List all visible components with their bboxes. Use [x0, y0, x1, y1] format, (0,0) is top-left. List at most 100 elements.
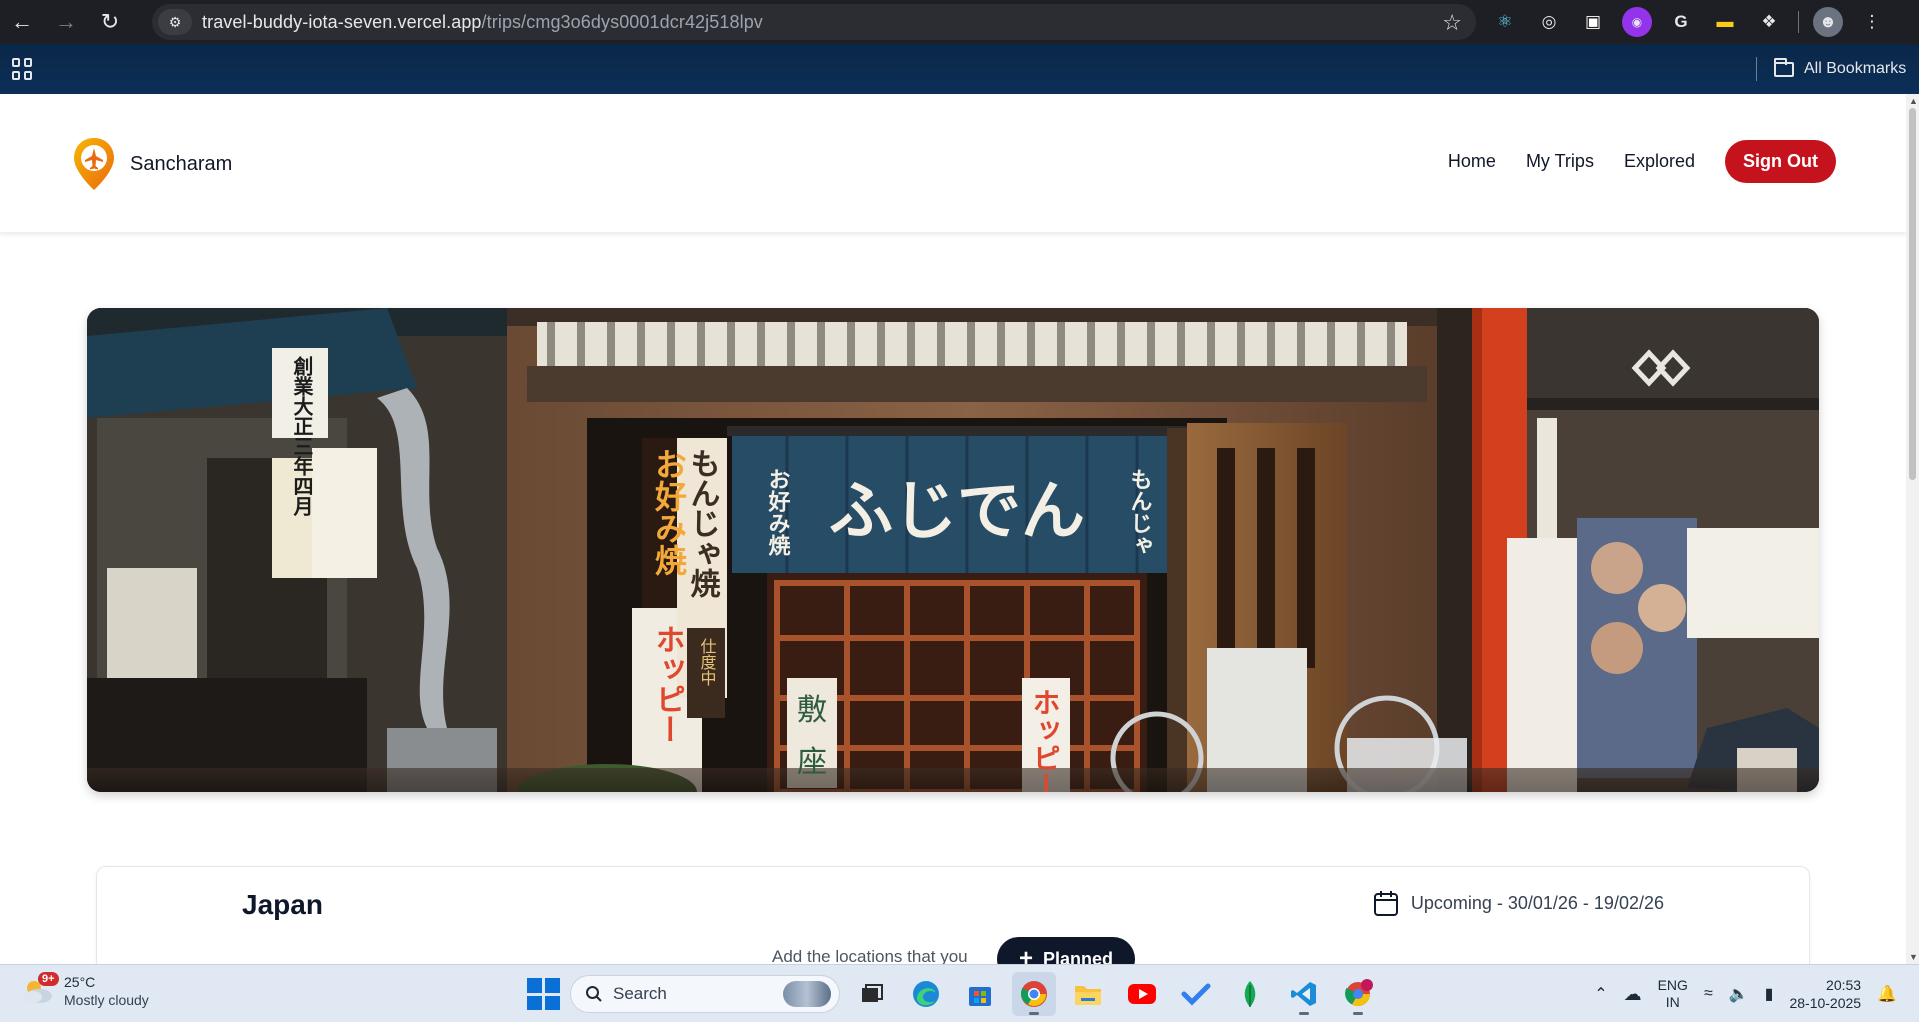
edge-browser-icon[interactable] — [904, 972, 948, 1016]
bookmarks-bar: All Bookmarks — [0, 44, 1919, 94]
vscode-icon[interactable] — [1282, 972, 1326, 1016]
taskbar-apps: Search — [526, 972, 1380, 1016]
hero-sign-tall-2: もんじゃ焼 — [685, 448, 721, 599]
url-text[interactable]: travel-buddy-iota-seven.vercel.app/trips… — [202, 12, 763, 33]
folder-icon — [1774, 57, 1794, 77]
windows-taskbar: 9+ 25°C Mostly cloudy Search ⌃ ☁ ENG IN … — [0, 964, 1919, 1022]
address-bar[interactable]: ⚙ travel-buddy-iota-seven.vercel.app/tri… — [152, 4, 1476, 40]
site-header: Sancharam Home My Trips Explored Sign Ou… — [0, 94, 1906, 233]
language-code: ENG — [1657, 977, 1688, 993]
target-extension-icon[interactable]: ◎ — [1534, 7, 1564, 37]
hero-sign-tall-1: お好み焼 — [650, 448, 688, 577]
profile-avatar[interactable]: ☻ — [1813, 7, 1843, 37]
extensions-puzzle-icon[interactable]: ❖ — [1754, 7, 1784, 37]
clock-date: 28-10-2025 — [1789, 995, 1862, 1011]
hero-sign-shikiza-2: 座 — [797, 745, 827, 780]
trip-details-card: Japan Upcoming - 30/01/26 - 19/02/26 Add… — [96, 866, 1810, 964]
onedrive-cloud-icon[interactable]: ☁ — [1624, 984, 1642, 1005]
task-view-icon[interactable] — [850, 972, 894, 1016]
vscode-active-indicator — [1299, 1012, 1309, 1015]
extensions-bar: ⚛ ◎ ▣ ◉ G ▬ ❖ ☻ ⋮ — [1490, 6, 1887, 38]
todo-check-icon[interactable] — [1174, 972, 1218, 1016]
weather-temperature: 25°C — [64, 974, 96, 990]
search-icon — [586, 986, 602, 1002]
chrome-menu-icon[interactable]: ⋮ — [1857, 7, 1887, 37]
chrome-profile-active-indicator — [1353, 1012, 1363, 1015]
all-bookmarks-button[interactable]: All Bookmarks — [1774, 54, 1906, 84]
windows-start-icon[interactable] — [526, 977, 560, 1011]
grammarly-icon[interactable]: G — [1666, 7, 1696, 37]
japanese-shopfront-illustration: ふじでん お好み焼 もんじゃ お好み焼 もんじゃ焼 ホッピー ホッピー 敷 座 … — [87, 308, 1819, 792]
hero-sign-shichu: 仕度中 — [698, 638, 717, 686]
nav-home-link[interactable]: Home — [1448, 151, 1496, 172]
url-path: /trips/cmg3o6dys0001dcr42j518lpv — [481, 11, 763, 32]
hero-sign-hoppy-door: ホッピー — [1029, 688, 1062, 792]
bookmark-star-icon[interactable]: ☆ — [1442, 10, 1462, 36]
search-highlight-image — [783, 981, 831, 1007]
browser-toolbar: ← → ↻ ⚙ travel-buddy-iota-seven.vercel.a… — [0, 0, 1919, 44]
microsoft-store-icon[interactable] — [958, 972, 1002, 1016]
clock[interactable]: 20:53 28-10-2025 — [1789, 976, 1861, 1012]
plus-icon: + — [1018, 945, 1033, 965]
all-bookmarks-label: All Bookmarks — [1804, 60, 1907, 77]
weather-widget[interactable]: 9+ 25°C Mostly cloudy — [20, 972, 149, 1009]
mongodb-compass-icon[interactable] — [1228, 972, 1272, 1016]
bookmarks-divider — [1756, 57, 1757, 81]
main-nav: Home My Trips Explored Sign Out — [1448, 140, 1836, 183]
yellow-extension-icon[interactable]: ▬ — [1710, 7, 1740, 37]
region-code: IN — [1665, 994, 1680, 1010]
chrome-profile-taskbar-icon[interactable] — [1336, 972, 1380, 1016]
cloudy-weather-icon: 9+ — [20, 972, 59, 1006]
hero-sign-banner-left: 創業大正三年四月 — [290, 355, 314, 517]
nav-explored-link[interactable]: Explored — [1624, 151, 1695, 172]
chrome-active-indicator — [1029, 1012, 1039, 1015]
hero-sign-shikiza-1: 敷 — [797, 693, 827, 728]
trip-date-range: Upcoming - 30/01/26 - 19/02/26 — [1373, 889, 1664, 917]
volume-icon[interactable]: 🔈 — [1729, 984, 1749, 1004]
forward-arrow-icon[interactable]: → — [44, 0, 88, 44]
notification-bell-icon[interactable]: 🔔 — [1877, 984, 1897, 1004]
hero-sign-right: もんじゃ — [1127, 468, 1152, 556]
web-page: Sancharam Home My Trips Explored Sign Ou… — [0, 94, 1906, 964]
brand-logo-link[interactable]: Sancharam — [70, 136, 232, 192]
apps-grid-icon[interactable] — [12, 58, 34, 80]
scroll-up-arrow-icon[interactable]: ▲ — [1909, 96, 1918, 106]
scrollbar-thumb[interactable] — [1909, 108, 1916, 480]
trip-hero-image: ふじでん お好み焼 もんじゃ お好み焼 もんじゃ焼 ホッピー ホッピー 敷 座 … — [87, 308, 1819, 792]
hero-sign-main: ふじでん — [829, 475, 1085, 549]
brand-name: Sancharam — [130, 152, 233, 175]
toolbar-divider — [1798, 11, 1799, 33]
weather-description: Mostly cloudy — [64, 992, 149, 1008]
show-hidden-icons-chevron-icon[interactable]: ⌃ — [1594, 984, 1607, 1004]
trip-title: Japan — [242, 889, 323, 920]
reload-icon[interactable]: ↻ — [88, 0, 132, 44]
youtube-icon[interactable] — [1120, 972, 1164, 1016]
battery-icon[interactable]: ▮ — [1765, 984, 1774, 1004]
url-host: travel-buddy-iota-seven.vercel.app — [202, 11, 482, 32]
calendar-icon — [1373, 891, 1398, 916]
window-extension-icon[interactable]: ▣ — [1578, 7, 1608, 37]
location-pin-logo-icon — [74, 138, 114, 190]
react-devtools-icon[interactable]: ⚛ — [1490, 7, 1520, 37]
taskbar-search-box[interactable]: Search — [570, 975, 840, 1013]
scroll-down-arrow-icon[interactable]: ▼ — [1909, 952, 1918, 962]
hero-sign-left: お好み焼 — [765, 468, 792, 557]
search-placeholder: Search — [613, 984, 667, 1003]
hero-sign-hoppy: ホッピー — [650, 624, 685, 744]
language-indicator[interactable]: ENG IN — [1658, 977, 1688, 1011]
purple-extension-icon[interactable]: ◉ — [1622, 7, 1652, 37]
weather-notification-badge: 9+ — [38, 972, 59, 986]
page-scrollbar[interactable]: ▲ ▼ — [1906, 94, 1919, 964]
wifi-icon[interactable]: ≈ — [1704, 985, 1713, 1003]
clock-time: 20:53 — [1826, 977, 1862, 993]
sign-out-button[interactable]: Sign Out — [1725, 140, 1836, 183]
back-arrow-icon[interactable]: ← — [0, 0, 44, 44]
add-locations-hint: Add the locations that you — [772, 947, 968, 964]
trip-status-button[interactable]: + Planned — [997, 937, 1135, 964]
nav-my-trips-link[interactable]: My Trips — [1526, 151, 1594, 172]
site-settings-icon[interactable]: ⚙ — [158, 9, 192, 35]
system-tray: ⌃ ☁ ENG IN ≈ 🔈 ▮ 20:53 28-10-2025 🔔 — [1594, 973, 1897, 1015]
chrome-taskbar-icon[interactable] — [1012, 972, 1056, 1016]
file-explorer-icon[interactable] — [1066, 972, 1110, 1016]
trip-status-label: Planned — [1043, 948, 1114, 965]
